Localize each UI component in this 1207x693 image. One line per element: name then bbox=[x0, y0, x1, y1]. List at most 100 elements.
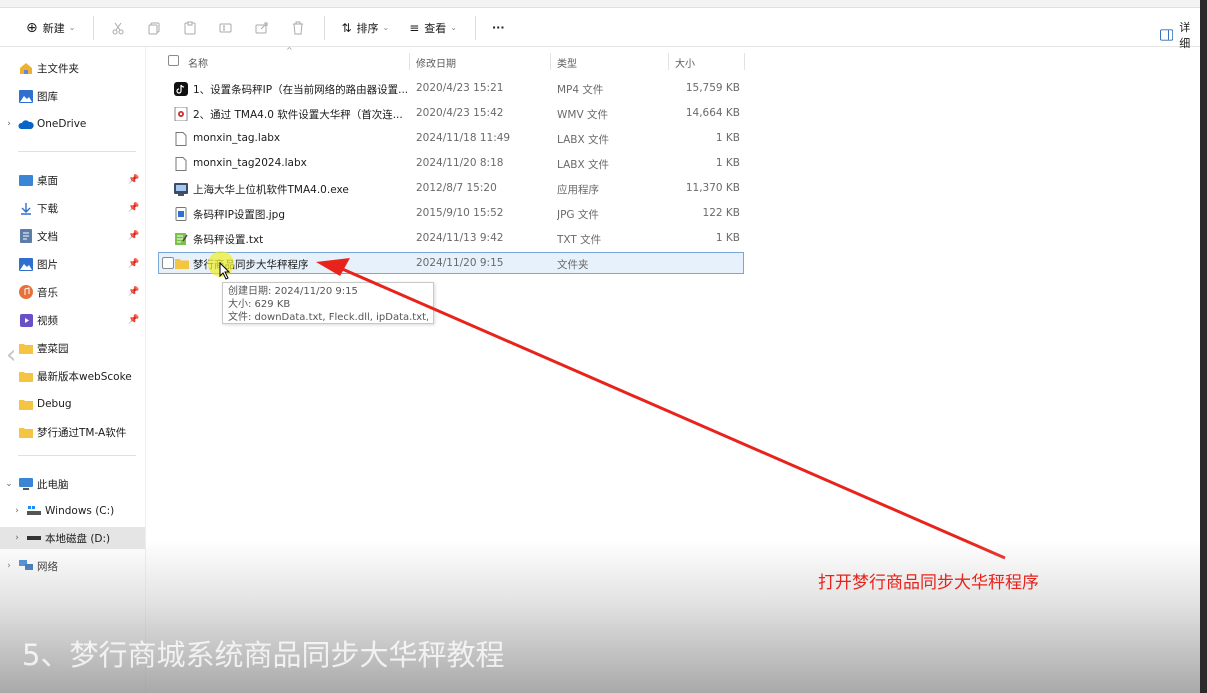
nav-documents[interactable]: 文档 📌 bbox=[0, 225, 145, 247]
more-label: ··· bbox=[491, 21, 505, 34]
file-name: 上海大华上位机软件TMA4.0.exe bbox=[193, 184, 349, 196]
pin-icon[interactable]: 📌 bbox=[128, 203, 139, 213]
file-row[interactable]: monxin_tag2024.labx 2024/11/20 8:18 LABX… bbox=[158, 153, 744, 175]
nav-folder[interactable]: 梦行通过TM-A软件 bbox=[0, 421, 145, 443]
file-name: 1、设置条码秤IP（在当前网络的路由器设置... bbox=[193, 84, 409, 96]
nav-folder[interactable]: Debug bbox=[0, 393, 145, 415]
file-row[interactable]: 条码秤设置.txt 2024/11/13 9:42 TXT 文件 1 KB bbox=[158, 228, 744, 250]
nav-pictures[interactable]: 图片 📌 bbox=[0, 253, 145, 275]
file-row[interactable]: monxin_tag.labx 2024/11/18 11:49 LABX 文件… bbox=[158, 128, 744, 150]
folder-info-tooltip: 创建日期: 2024/11/20 9:15 大小: 629 KB 文件: dow… bbox=[222, 282, 434, 324]
column-header-size[interactable]: 大小 bbox=[675, 55, 695, 70]
nav-folder[interactable]: 壹菜园 bbox=[0, 337, 145, 359]
file-date: 2012/8/7 15:20 bbox=[416, 182, 497, 194]
nav-documents-label: 文档 bbox=[37, 230, 58, 243]
file-row[interactable]: 2、通过 TMA4.0 软件设置大华秤（首次连... 2020/4/23 15:… bbox=[158, 103, 744, 125]
text-file-icon bbox=[175, 233, 188, 245]
new-button[interactable]: ⊕ 新建 ⌄ bbox=[20, 14, 81, 42]
nav-videos[interactable]: 视频 📌 bbox=[0, 309, 145, 331]
toolbar-divider bbox=[93, 15, 95, 40]
nav-drive-c[interactable]: › Windows (C:) bbox=[0, 500, 145, 522]
sort-button[interactable]: ⇅ 排序 ⌄ bbox=[335, 14, 395, 42]
file-type: MP4 文件 bbox=[557, 84, 604, 96]
file-size: 14,664 KB bbox=[685, 107, 740, 119]
file-explorer-window: ⊕ 新建 ⌄ ⇅ 排序 ⌄ ≡ 查看 ⌄ ··· 详细 主文件夹 图库 › On… bbox=[0, 0, 1200, 693]
file-type: 文件夹 bbox=[557, 259, 589, 271]
column-header-date[interactable]: 修改日期 bbox=[416, 55, 456, 70]
computer-icon bbox=[18, 477, 34, 491]
file-date: 2024/11/13 9:42 bbox=[416, 232, 504, 244]
nav-downloads[interactable]: 下载 📌 bbox=[0, 197, 145, 219]
sort-caret-icon: ^ bbox=[286, 46, 293, 55]
column-divider[interactable] bbox=[550, 53, 551, 70]
column-header-name[interactable]: 名称 bbox=[188, 55, 208, 70]
copy-button[interactable] bbox=[140, 14, 168, 42]
file-size: 1 KB bbox=[715, 157, 740, 169]
title-strip bbox=[0, 0, 1200, 8]
mouse-pointer-icon bbox=[219, 262, 231, 280]
nav-folder[interactable]: 最新版本webScoke bbox=[0, 365, 145, 387]
delete-button[interactable] bbox=[284, 14, 312, 42]
pin-icon[interactable]: 📌 bbox=[128, 231, 139, 241]
file-date: 2020/4/23 15:21 bbox=[416, 82, 504, 94]
file-row[interactable]: 条码秤IP设置图.jpg 2015/9/10 15:52 JPG 文件 122 … bbox=[158, 203, 744, 225]
nav-music-label: 音乐 bbox=[37, 286, 58, 299]
nav-this-pc[interactable]: ⌄ 此电脑 bbox=[0, 473, 145, 495]
paste-button[interactable] bbox=[176, 14, 204, 42]
plus-circle-icon: ⊕ bbox=[26, 19, 38, 36]
home-icon bbox=[18, 61, 34, 75]
view-button[interactable]: ≡ 查看 ⌄ bbox=[403, 14, 463, 42]
file-type: LABX 文件 bbox=[557, 159, 610, 171]
chevron-down-icon[interactable]: ⌄ bbox=[0, 479, 18, 489]
command-bar: ⊕ 新建 ⌄ ⇅ 排序 ⌄ ≡ 查看 ⌄ ··· bbox=[0, 9, 1200, 47]
file-row-selected[interactable]: 梦行商品同步大华秤程序 2024/11/20 9:15 文件夹 bbox=[158, 252, 744, 274]
video-caption: 5、梦行商城系统商品同步大华秤教程 bbox=[22, 638, 505, 672]
file-name: 2、通过 TMA4.0 软件设置大华秤（首次连... bbox=[193, 109, 403, 121]
nav-desktop[interactable]: 桌面 📌 bbox=[0, 169, 145, 191]
nav-folder-label: 梦行通过TM-A软件 bbox=[37, 426, 127, 439]
scissors-icon bbox=[112, 22, 124, 34]
chevron-right-icon[interactable]: › bbox=[0, 119, 18, 129]
cut-button[interactable] bbox=[104, 14, 132, 42]
blank-file-icon bbox=[175, 157, 187, 171]
column-divider[interactable] bbox=[668, 53, 669, 70]
view-label: 查看 bbox=[424, 21, 447, 35]
file-size: 122 KB bbox=[702, 207, 740, 219]
nav-downloads-label: 下载 bbox=[37, 202, 58, 215]
sort-label: 排序 bbox=[356, 21, 379, 35]
chevron-right-icon[interactable]: › bbox=[8, 506, 26, 516]
annotation-text: 打开梦行商品同步大华秤程序 bbox=[818, 573, 1039, 593]
pin-icon[interactable]: 📌 bbox=[128, 259, 139, 269]
file-name: 条码秤IP设置图.jpg bbox=[193, 209, 286, 221]
column-divider[interactable] bbox=[744, 53, 745, 70]
row-checkbox[interactable] bbox=[162, 257, 174, 269]
nav-onedrive[interactable]: › OneDrive bbox=[0, 113, 145, 135]
nav-music[interactable]: 音乐 📌 bbox=[0, 281, 145, 303]
back-arrow-icon[interactable]: ‹ bbox=[6, 340, 16, 370]
nav-folder-label: 壹菜园 bbox=[37, 342, 69, 355]
desktop-icon bbox=[18, 173, 34, 187]
nav-onedrive-label: OneDrive bbox=[37, 118, 87, 130]
file-name: monxin_tag.labx bbox=[193, 132, 281, 144]
nav-home[interactable]: 主文件夹 bbox=[0, 57, 145, 79]
rename-icon bbox=[219, 23, 232, 32]
pin-icon[interactable]: 📌 bbox=[128, 315, 139, 325]
pin-icon[interactable]: 📌 bbox=[128, 287, 139, 297]
exe-icon bbox=[174, 183, 188, 196]
trash-icon bbox=[293, 21, 304, 34]
column-header-type[interactable]: 类型 bbox=[557, 55, 577, 70]
file-row[interactable]: 1、设置条码秤IP（在当前网络的路由器设置... 2020/4/23 15:21… bbox=[158, 78, 744, 100]
share-button[interactable] bbox=[248, 14, 276, 42]
windows-drive-icon bbox=[26, 504, 42, 518]
nav-gallery[interactable]: 图库 bbox=[0, 85, 145, 107]
rename-button[interactable] bbox=[212, 14, 240, 42]
select-all-checkbox[interactable] bbox=[168, 55, 179, 66]
nav-pictures-label: 图片 bbox=[37, 258, 58, 271]
folder-icon bbox=[18, 397, 34, 411]
column-divider[interactable] bbox=[409, 53, 410, 70]
nav-divider bbox=[18, 151, 136, 152]
video-file-icon bbox=[174, 107, 188, 121]
pin-icon[interactable]: 📌 bbox=[128, 175, 139, 185]
file-row[interactable]: 上海大华上位机软件TMA4.0.exe 2012/8/7 15:20 应用程序 … bbox=[158, 178, 744, 200]
more-options-button[interactable]: ··· bbox=[486, 14, 511, 42]
